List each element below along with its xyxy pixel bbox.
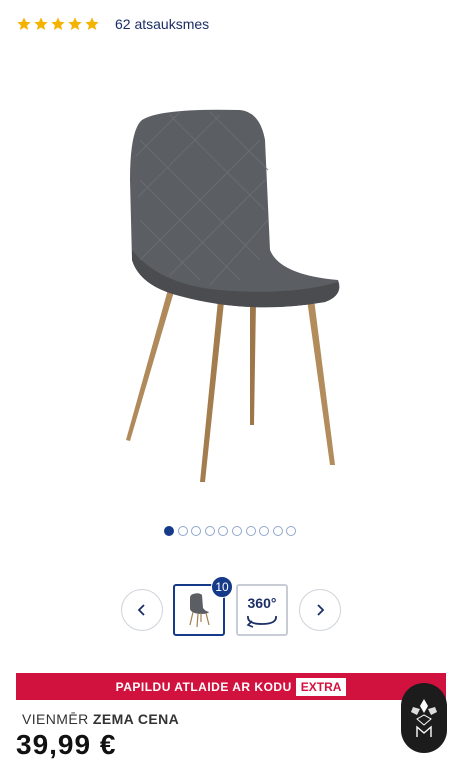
brand-logo-icon (411, 699, 437, 737)
reviews-link[interactable]: 62 atsauksmes (115, 16, 209, 32)
chair-illustration (126, 109, 340, 482)
star-icon (17, 17, 31, 30)
gallery-prev-button[interactable] (121, 589, 163, 631)
label-360: 360° (247, 595, 277, 611)
star-icon (85, 17, 99, 30)
gallery-next-button[interactable] (299, 589, 341, 631)
star-icon (34, 17, 48, 30)
gallery-dot[interactable] (218, 526, 229, 536)
price-label: VIENMĒR ZEMA CENA (22, 711, 179, 727)
gallery-dot[interactable] (204, 526, 215, 536)
product-price: 39,99 € (16, 729, 117, 760)
gallery-dot[interactable] (272, 526, 283, 536)
gallery-dot[interactable] (245, 526, 256, 536)
gallery-dot[interactable] (231, 526, 242, 536)
gallery-dot[interactable] (191, 526, 202, 536)
gallery-dot[interactable] (259, 526, 270, 536)
chair-thumbnail-icon (189, 593, 210, 628)
gallery-dots (164, 526, 297, 536)
rotate-360-icon (246, 615, 277, 628)
thumbnail-photo[interactable]: 10 (173, 576, 233, 636)
thumbnail-count-badge: 10 (211, 576, 233, 598)
rating-stars (16, 16, 100, 32)
thumbnail-360-view[interactable]: 360° (236, 584, 288, 636)
gallery-dot[interactable] (164, 526, 174, 536)
rating-summary: 62 atsauksmes (16, 16, 209, 32)
promo-code: EXTRA (295, 677, 347, 696)
chevron-right-icon (317, 604, 325, 616)
price-label-bold: ZEMA CENA (92, 711, 180, 727)
gallery-dot[interactable] (286, 526, 297, 536)
price-label-light: VIENMĒR (22, 711, 89, 727)
star-icon (51, 17, 65, 30)
chevron-left-icon (137, 604, 145, 616)
star-icon (68, 17, 82, 30)
promo-banner[interactable]: PAPILDU ATLAIDE AR KODU EXTRA (16, 673, 446, 700)
product-image[interactable] (100, 100, 360, 490)
brand-logo-badge[interactable] (401, 683, 447, 753)
gallery-dot[interactable] (177, 526, 188, 536)
promo-text: PAPILDU ATLAIDE AR KODU (115, 679, 292, 694)
